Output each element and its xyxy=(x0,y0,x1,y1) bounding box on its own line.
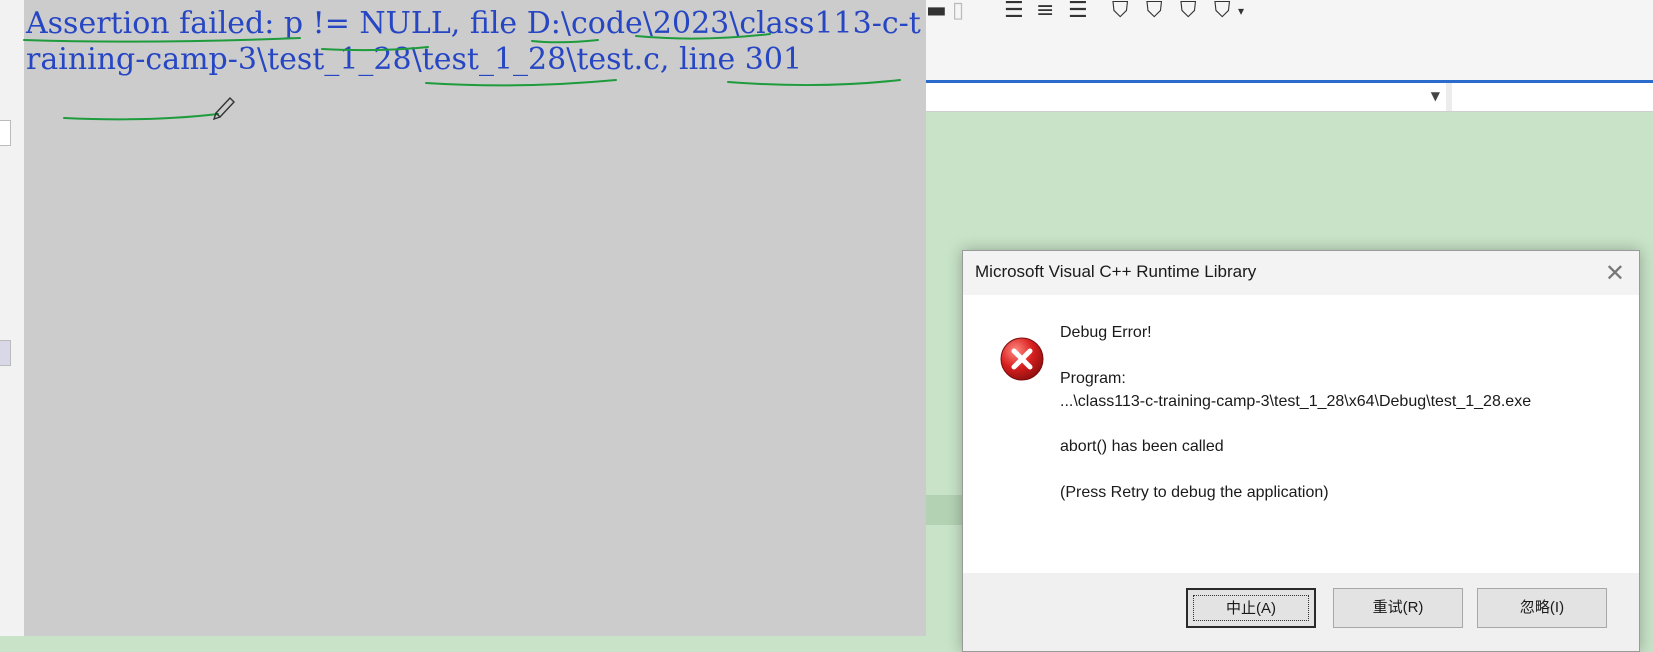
navigation-bar: ▼ xyxy=(926,83,1653,112)
outdent-icon[interactable]: ☰ xyxy=(1004,0,1024,23)
retry-hint: (Press Retry to debug the application) xyxy=(1060,484,1329,501)
program-path: ...\class113-c-training-camp-3\test_1_28… xyxy=(1060,393,1532,410)
bookmark-icon[interactable]: ⛉ xyxy=(1112,0,1129,23)
program-label: Program: xyxy=(1060,370,1126,387)
indent-icon[interactable]: ☰ xyxy=(1068,0,1088,23)
ide-toolbar: ▬ ▯ ☰ ≡ ☰ ⛉ ⛉ ⛉ ⛉ ▾ xyxy=(926,0,1653,83)
scope-dropdown[interactable]: ▼ xyxy=(926,83,1452,111)
abort-button[interactable]: 中止(A) xyxy=(1186,588,1316,628)
gutter-highlight-marker xyxy=(0,340,11,366)
close-icon[interactable]: ✕ xyxy=(1605,259,1625,287)
left-gutter xyxy=(0,0,25,636)
runtime-error-dialog: Microsoft Visual C++ Runtime Library ✕ D… xyxy=(962,250,1640,652)
bookmark-next-icon[interactable]: ⛉ xyxy=(1180,0,1197,23)
bookmark-clear-icon[interactable]: ⛉ xyxy=(1214,0,1231,23)
ignore-button[interactable]: 忽略(I) xyxy=(1477,588,1607,628)
console-output: Assertion failed: p != NULL, file D:\cod… xyxy=(26,6,921,77)
toolbar-edit-icon[interactable]: ▬ xyxy=(926,0,947,23)
toolbar-overflow-icon[interactable]: ▾ xyxy=(1238,4,1244,18)
bookmark-prev-icon[interactable]: ⛉ xyxy=(1146,0,1163,23)
dialog-title: Microsoft Visual C++ Runtime Library xyxy=(975,262,1257,281)
gutter-collapse-marker[interactable] xyxy=(0,120,11,146)
error-message: abort() has been called xyxy=(1060,438,1224,455)
editor-line-highlight xyxy=(926,495,966,525)
console-window: Assertion failed: p != NULL, file D:\cod… xyxy=(24,0,928,636)
dialog-titlebar: Microsoft Visual C++ Runtime Library ✕ xyxy=(963,251,1639,295)
align-icon[interactable]: ≡ xyxy=(1036,0,1054,23)
error-icon xyxy=(1000,337,1044,381)
retry-button[interactable]: 重试(R) xyxy=(1333,588,1463,628)
dropdown-arrow-icon: ▼ xyxy=(1430,89,1440,103)
error-heading: Debug Error! xyxy=(1060,324,1152,341)
toolbar-split-icon[interactable]: ▯ xyxy=(952,0,964,23)
